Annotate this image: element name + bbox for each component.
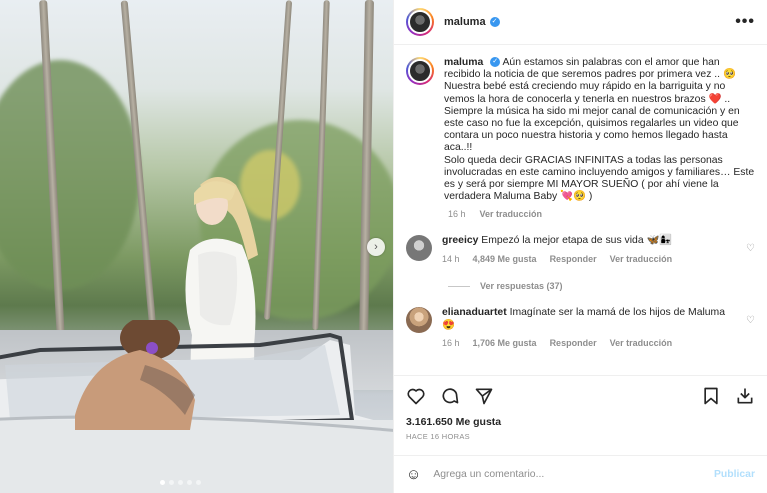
comment-time: 16 h	[442, 338, 460, 349]
comment-bubble-icon[interactable]	[440, 386, 460, 406]
comment: elianaduartet Imagínate ser la mamá de l…	[406, 307, 755, 350]
header-username[interactable]: maluma	[444, 16, 486, 28]
comment-likes[interactable]: 1,706 Me gusta	[473, 337, 537, 350]
download-icon[interactable]	[735, 386, 755, 406]
comment-input[interactable]	[433, 469, 714, 480]
publish-button[interactable]: Publicar	[714, 469, 755, 480]
caption-line: Solo queda decir GRACIAS INFINITAS a tod…	[444, 154, 755, 203]
comment-avatar[interactable]	[406, 307, 432, 334]
caption-line: Siempre la música ha sido mi mejor canal…	[444, 105, 740, 154]
comment-text: Empezó la mejor etapa de sus vida 🦋👩‍👧	[481, 235, 673, 247]
reply-button[interactable]: Responder	[550, 337, 597, 350]
foliage	[0, 60, 140, 290]
carousel-dot	[178, 480, 183, 485]
comment: greeicy Empezó la mejor etapa de sus vid…	[406, 235, 755, 265]
bookmark-icon[interactable]	[701, 386, 721, 406]
caption: maluma ✓ Aún estamos sin palabras con el…	[406, 57, 755, 203]
comments-area[interactable]: maluma ✓ Aún estamos sin palabras con el…	[394, 45, 767, 375]
post-photo[interactable]: ›	[0, 0, 393, 493]
carousel-dot	[196, 480, 201, 485]
carousel-dots	[160, 480, 201, 485]
translate-link[interactable]: Ver traducción	[480, 209, 543, 219]
post-header: maluma ✓ •••	[394, 0, 767, 45]
comment-time: 14 h	[442, 253, 460, 264]
post-likes-count[interactable]: 3.161.650 Me gusta	[406, 416, 755, 428]
comment-likes[interactable]: 4,849 Me gusta	[473, 253, 537, 266]
caption-text: maluma ✓ Aún estamos sin palabras con el…	[444, 57, 755, 203]
more-options-icon[interactable]: •••	[735, 13, 755, 31]
view-replies-label[interactable]: Ver respuestas (37)	[480, 281, 563, 291]
emoji-icon[interactable]: ☺	[406, 466, 421, 483]
caption-line: Aún estamos sin palabras con el amor que…	[444, 57, 736, 81]
translate-link[interactable]: Ver traducción	[610, 337, 673, 350]
comment-like-heart-icon[interactable]: ♡	[746, 315, 755, 326]
view-replies[interactable]: Ver respuestas (37)	[448, 281, 755, 291]
share-paper-plane-icon[interactable]	[474, 386, 494, 406]
comment-composer: ☺ Publicar	[394, 455, 767, 493]
post-modal: › maluma ✓ ••• maluma ✓ Aún estamos sin …	[0, 0, 767, 493]
carousel-dot	[169, 480, 174, 485]
verified-badge-icon: ✓	[490, 57, 501, 68]
replies-divider	[448, 285, 470, 287]
post-side-panel: maluma ✓ ••• maluma ✓ Aún estamos sin pa…	[393, 0, 767, 493]
carousel-dot	[160, 480, 165, 485]
caption-username[interactable]: maluma	[444, 57, 483, 68]
convertible-car	[0, 320, 393, 493]
post-timestamp: HACE 16 HORAS	[406, 432, 470, 441]
caption-avatar[interactable]	[406, 57, 434, 85]
caption-time: 16 h	[448, 209, 466, 220]
reply-button[interactable]: Responder	[550, 253, 597, 266]
post-actions: 3.161.650 Me gusta HACE 16 HORAS	[394, 375, 767, 455]
comment-like-heart-icon[interactable]: ♡	[746, 243, 755, 254]
chevron-right-icon: ›	[374, 241, 378, 253]
translate-link[interactable]: Ver traducción	[610, 253, 673, 266]
caption-meta: 16 h Ver traducción	[448, 209, 755, 219]
next-photo-button[interactable]: ›	[367, 238, 385, 256]
comment-username[interactable]: elianaduartet	[442, 307, 507, 318]
caption-line: Nuestra bebé está creciendo muy rápido e…	[444, 81, 731, 105]
comment-avatar[interactable]	[406, 235, 432, 262]
like-heart-icon[interactable]	[406, 386, 426, 406]
verified-badge-icon: ✓	[489, 17, 500, 27]
avatar[interactable]	[406, 8, 434, 36]
comment-username[interactable]: greeicy	[442, 235, 478, 246]
carousel-dot	[187, 480, 192, 485]
